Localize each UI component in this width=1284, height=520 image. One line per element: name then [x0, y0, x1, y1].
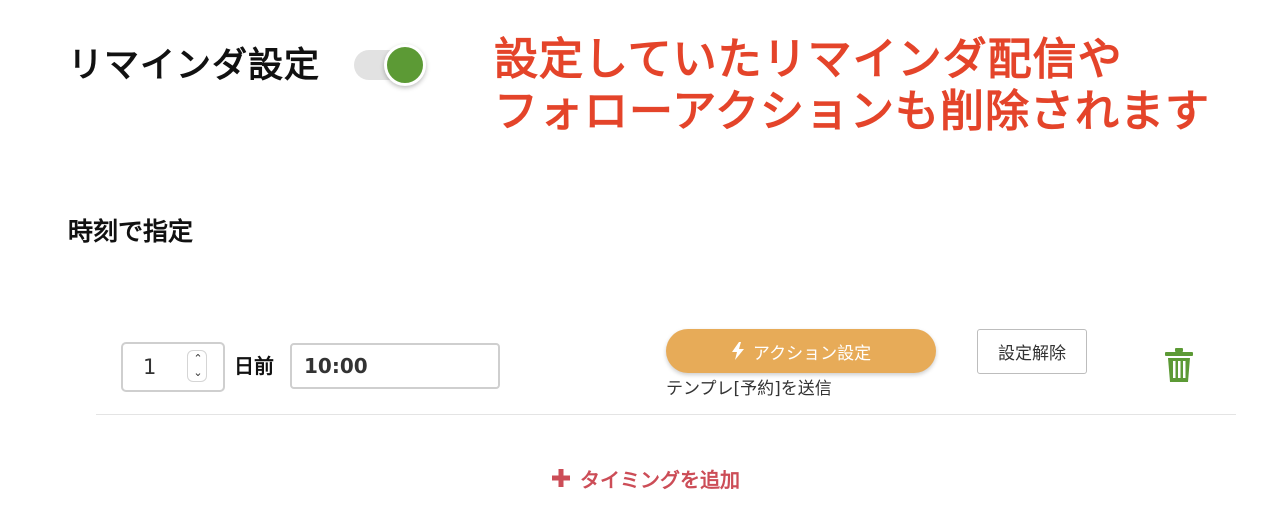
- stepper-arrows: ⌃ ⌄: [187, 350, 207, 382]
- add-timing-button[interactable]: タイミングを追加: [552, 464, 740, 492]
- toggle-knob: [384, 44, 426, 86]
- plus-icon: [552, 469, 570, 487]
- action-settings-label: アクション設定: [752, 343, 872, 363]
- time-input[interactable]: [290, 343, 500, 389]
- reminder-settings-title: リマインダ設定: [68, 46, 321, 86]
- days-before-label: 日前: [234, 354, 274, 378]
- cancel-settings-button[interactable]: 設定解除: [977, 329, 1087, 374]
- row-divider: [96, 414, 1236, 415]
- chevron-down-icon[interactable]: ⌄: [190, 366, 206, 380]
- lightning-bolt-icon: [731, 342, 744, 360]
- chevron-up-icon[interactable]: ⌃: [190, 352, 206, 366]
- warning-line-1: 設定していたリマインダ配信や: [494, 34, 1123, 85]
- add-timing-label: タイミングを追加: [580, 467, 740, 492]
- warning-line-2: フォローアクションも削除されます: [494, 86, 1211, 137]
- action-settings-button[interactable]: アクション設定: [666, 329, 936, 373]
- reminder-toggle[interactable]: [354, 44, 428, 86]
- template-note: テンプレ[予約]を送信: [666, 379, 832, 399]
- trash-icon[interactable]: [1164, 347, 1194, 383]
- time-specified-heading: 時刻で指定: [68, 217, 194, 246]
- days-before-value[interactable]: 1: [143, 354, 156, 380]
- days-before-stepper[interactable]: 1 ⌃ ⌄: [121, 342, 225, 392]
- deletion-warning: 設定していたリマインダ配信や フォローアクションも削除されます: [494, 34, 1274, 138]
